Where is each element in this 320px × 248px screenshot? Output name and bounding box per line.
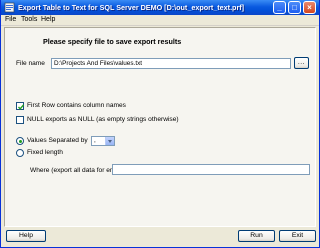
file-name-input[interactable]: D:\Projects And Files\values.txt [51,58,291,69]
menu-help[interactable]: Help [41,16,55,23]
run-button[interactable]: Run [238,230,275,242]
export-dialog-window: Export Table to Text for SQL Server DEMO… [0,0,320,248]
menu-bar: File Tools Help [1,15,319,26]
menu-tools[interactable]: Tools [21,16,37,23]
exit-button[interactable]: Exit [279,230,316,242]
checkmark-icon [17,104,25,110]
close-icon[interactable]: × [303,1,316,14]
radio-selected-dot [19,140,22,143]
fixed-length-label: Fixed length [27,149,63,156]
fixed-length-radio[interactable] [16,149,24,157]
chevron-down-icon[interactable] [105,137,114,145]
app-icon [4,2,15,13]
where-input[interactable] [112,164,310,175]
null-label: NULL exports as NULL (as empty strings o… [27,116,179,123]
browse-button-label: ... [297,59,306,66]
page-title: Please specify file to save export resul… [43,37,182,46]
separator-select[interactable]: , [91,136,115,146]
file-name-label: File name [16,60,45,67]
window-title: Export Table to Text for SQL Server DEMO… [18,3,245,12]
help-button[interactable]: Help [6,230,46,242]
null-checkbox[interactable] [16,116,24,124]
title-bar[interactable]: Export Table to Text for SQL Server DEMO… [1,0,319,15]
maximize-icon[interactable]: □ [288,1,301,14]
separator-value: , [94,137,96,144]
first-row-checkbox[interactable] [16,102,25,110]
minimize-icon[interactable]: _ [273,1,286,14]
menu-file[interactable]: File [5,16,16,23]
browse-button[interactable]: ... [294,57,309,69]
values-separated-label: Values Separated by [27,137,88,144]
first-row-label: First Row contains column names [27,102,126,109]
values-separated-radio[interactable] [16,137,24,145]
export-options-panel: Please specify file to save export resul… [4,27,316,227]
